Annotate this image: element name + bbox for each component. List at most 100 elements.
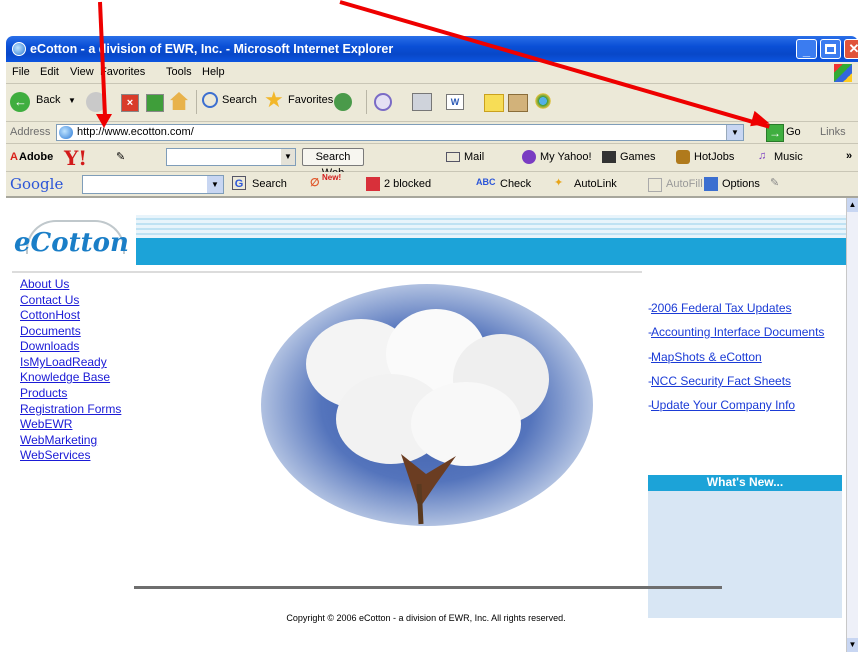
google-search-button[interactable]: Search bbox=[252, 178, 287, 190]
history-icon[interactable] bbox=[334, 93, 352, 111]
whats-new-header: What's New... bbox=[648, 475, 842, 491]
footer-divider bbox=[134, 586, 722, 589]
cotton-image bbox=[261, 284, 593, 526]
window-title: eCotton - a division of EWR, Inc. - Micr… bbox=[30, 42, 394, 56]
autofill-icon bbox=[648, 178, 662, 192]
autofill-button[interactable]: AutoFill bbox=[666, 178, 703, 190]
google-toolbar: Google ▼ G Search ∅ New! 2 blocked ABC C… bbox=[6, 172, 858, 198]
highlight-pen-icon[interactable]: ✎ bbox=[770, 176, 779, 189]
site-logo[interactable]: eCotton bbox=[14, 228, 129, 258]
my-yahoo-icon bbox=[522, 150, 536, 164]
hotjobs-button[interactable]: HotJobs bbox=[694, 151, 734, 163]
menu-help[interactable]: Help bbox=[202, 66, 225, 78]
google-g-icon: G bbox=[232, 176, 246, 190]
nav-cottonhost[interactable]: CottonHost bbox=[20, 308, 80, 322]
search-icon[interactable] bbox=[202, 92, 218, 108]
refresh-icon[interactable] bbox=[146, 94, 164, 112]
mail-icon[interactable] bbox=[374, 93, 392, 111]
yahoo-logo-icon[interactable]: Y! bbox=[64, 146, 87, 170]
address-bar: Address http://www.ecotton.com/ ▼ → Go L… bbox=[6, 122, 858, 144]
address-dropdown-icon[interactable]: ▼ bbox=[726, 125, 743, 140]
popup-blocker-icon: ∅ bbox=[310, 177, 320, 189]
options-button[interactable]: Options bbox=[722, 178, 760, 190]
nav-knowledge-base[interactable]: Knowledge Base bbox=[20, 370, 110, 384]
news-tax-updates[interactable]: 2006 Federal Tax Updates bbox=[651, 301, 792, 315]
nav-webewr[interactable]: WebEWR bbox=[20, 417, 72, 431]
options-icon bbox=[704, 177, 718, 191]
new-badge: New! bbox=[322, 173, 342, 182]
adobe-menu[interactable]: Adobe bbox=[19, 151, 53, 163]
go-button[interactable]: Go bbox=[786, 126, 801, 138]
menu-file[interactable]: File bbox=[12, 66, 30, 78]
news-ncc-security[interactable]: NCC Security Fact Sheets bbox=[651, 374, 791, 388]
nav-contact-us[interactable]: Contact Us bbox=[20, 293, 79, 307]
favorites-star-icon[interactable]: ★ bbox=[264, 88, 284, 112]
favorites-button[interactable]: Favorites bbox=[288, 94, 333, 106]
nav-registration-forms[interactable]: Registration Forms bbox=[20, 402, 121, 416]
scroll-down-icon[interactable]: ▼ bbox=[847, 638, 858, 652]
nav-ismyloadready[interactable]: IsMyLoadReady bbox=[20, 355, 107, 369]
nav-documents[interactable]: Documents bbox=[20, 324, 81, 338]
header-divider bbox=[12, 271, 642, 273]
web-page-content: eCotton About Us Contact Us CottonHost D… bbox=[6, 198, 846, 652]
nav-about-us[interactable]: About Us bbox=[20, 277, 69, 291]
pencil-icon[interactable]: ✎ bbox=[116, 150, 125, 163]
address-input[interactable]: http://www.ecotton.com/ ▼ bbox=[56, 124, 744, 141]
folder-note-icon[interactable] bbox=[484, 94, 504, 112]
window-title-bar[interactable]: eCotton - a division of EWR, Inc. - Micr… bbox=[6, 36, 858, 62]
autolink-button[interactable]: AutoLink bbox=[574, 178, 617, 190]
google-search-input[interactable]: ▼ bbox=[82, 175, 224, 194]
news-update-company-info[interactable]: Update Your Company Info bbox=[651, 398, 795, 412]
menu-favorites[interactable]: Favorites bbox=[100, 66, 145, 78]
menu-view[interactable]: View bbox=[70, 66, 94, 78]
print-icon[interactable] bbox=[412, 93, 432, 111]
nav-products[interactable]: Products bbox=[20, 386, 67, 400]
maximize-button[interactable] bbox=[820, 39, 841, 59]
stop-icon[interactable]: × bbox=[121, 94, 139, 112]
back-icon[interactable]: ← bbox=[10, 92, 30, 112]
google-logo[interactable]: Google bbox=[10, 175, 63, 193]
check-button[interactable]: Check bbox=[500, 178, 531, 190]
copyright-text: Copyright © 2006 eCotton - a division of… bbox=[286, 613, 566, 623]
more-chevron-icon[interactable]: » bbox=[846, 150, 852, 162]
back-button[interactable]: Back bbox=[36, 94, 60, 106]
music-button[interactable]: Music bbox=[774, 151, 803, 163]
vertical-scrollbar[interactable]: ▲ ▼ bbox=[846, 198, 858, 652]
close-button[interactable]: ✕ bbox=[844, 39, 858, 59]
search-button[interactable]: Search bbox=[222, 94, 257, 106]
news-accounting-interface[interactable]: Accounting Interface Documents bbox=[651, 325, 824, 339]
search-web-button[interactable]: Search Web bbox=[302, 148, 364, 179]
home-icon[interactable] bbox=[170, 92, 188, 110]
links-button[interactable]: Links bbox=[820, 126, 846, 138]
edit-word-icon[interactable]: W bbox=[446, 94, 464, 110]
research-icon[interactable] bbox=[508, 94, 528, 112]
menu-tools[interactable]: Tools bbox=[166, 66, 192, 78]
games-icon bbox=[602, 151, 616, 163]
games-button[interactable]: Games bbox=[620, 151, 655, 163]
my-yahoo-button[interactable]: My Yahoo! bbox=[540, 151, 592, 163]
windows-logo-icon bbox=[834, 64, 852, 82]
address-url: http://www.ecotton.com/ bbox=[77, 126, 194, 138]
yahoo-toolbar: A Adobe Y! ✎ ▼ Search Web Mail My Yahoo!… bbox=[6, 144, 858, 179]
minimize-button[interactable]: _ bbox=[796, 39, 817, 59]
mail-icon bbox=[446, 152, 460, 162]
mail-button[interactable]: Mail bbox=[464, 151, 484, 163]
autolink-icon: ✦ bbox=[554, 177, 564, 189]
toolbar-separator bbox=[196, 90, 197, 114]
menu-bar: File Edit View Favorites Tools Help bbox=[6, 62, 858, 84]
ie-icon bbox=[12, 42, 26, 56]
blocked-icon bbox=[366, 177, 380, 191]
annotation-arrowhead-address bbox=[96, 114, 112, 128]
scroll-up-icon[interactable]: ▲ bbox=[847, 198, 858, 212]
news-mapshots[interactable]: MapShots & eCotton bbox=[651, 350, 762, 364]
nav-webmarketing[interactable]: WebMarketing bbox=[20, 433, 97, 447]
blocked-count[interactable]: 2 blocked bbox=[384, 178, 431, 190]
nav-downloads[interactable]: Downloads bbox=[20, 339, 79, 353]
back-dropdown-icon[interactable]: ▼ bbox=[68, 96, 76, 105]
page-icon bbox=[59, 126, 73, 139]
nav-webservices[interactable]: WebServices bbox=[20, 448, 90, 462]
menu-edit[interactable]: Edit bbox=[40, 66, 59, 78]
messenger-icon[interactable] bbox=[534, 92, 552, 110]
yahoo-search-input[interactable]: ▼ bbox=[166, 148, 296, 166]
music-icon: ♫ bbox=[758, 150, 767, 162]
